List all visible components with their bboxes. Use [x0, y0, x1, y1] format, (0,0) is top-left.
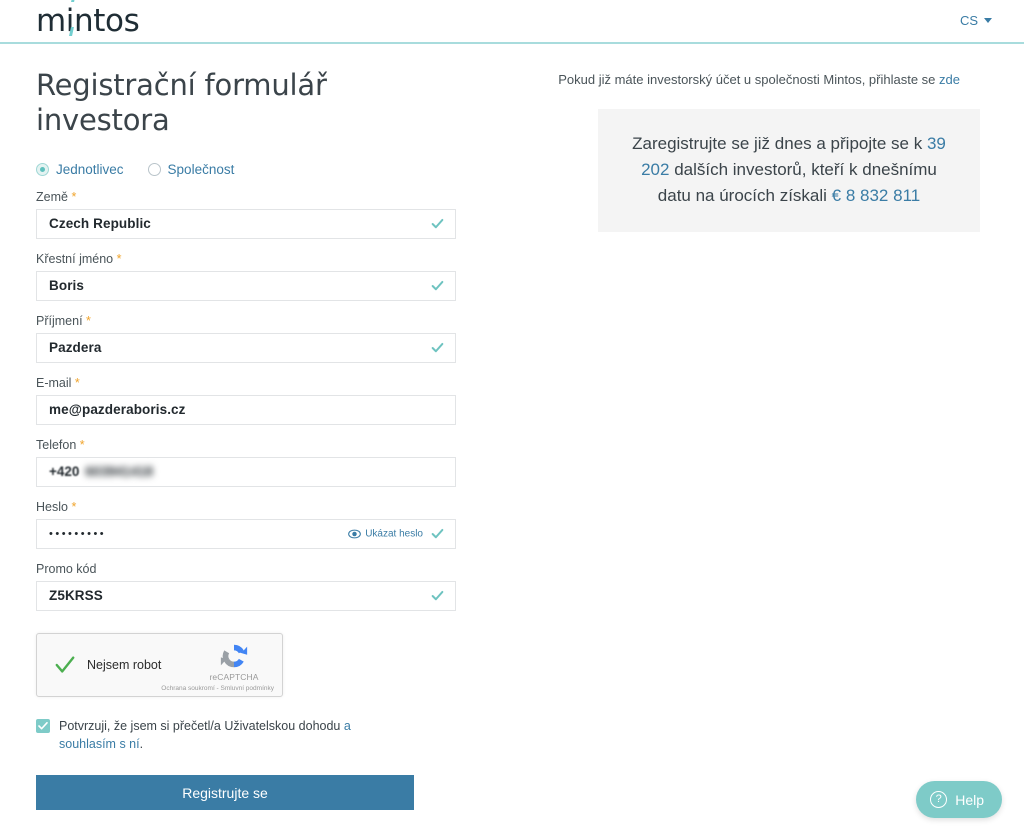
- recaptcha-widget[interactable]: Nejsem robot reCAPTCHA Ochrana soukromí …: [36, 632, 283, 697]
- help-widget-button[interactable]: ? Help: [916, 781, 1002, 818]
- label-email: E-mail *: [36, 376, 456, 390]
- field-first-name: Křestní jméno * Boris: [36, 252, 456, 301]
- last-name-input[interactable]: Pazdera: [36, 332, 456, 363]
- eye-icon: [348, 529, 362, 539]
- required-marker: *: [86, 313, 91, 328]
- phone-country-prefix: +420: [49, 464, 80, 480]
- password-input[interactable]: ••••••••• Ukázat heslo: [36, 518, 456, 549]
- label-last-name-text: Příjmení: [36, 313, 83, 328]
- recaptcha-brand: reCAPTCHA: [196, 641, 272, 682]
- label-first-name: Křestní jméno *: [36, 252, 456, 266]
- recaptcha-logo-icon: [220, 644, 248, 667]
- label-phone-text: Telefon: [36, 437, 77, 452]
- required-marker: *: [74, 375, 80, 390]
- label-password-text: Heslo: [36, 499, 68, 514]
- radio-individual-icon[interactable]: [36, 162, 49, 176]
- label-email-text: E-mail: [36, 375, 72, 390]
- account-type-radio-group: Jednotlivec Společnost: [36, 162, 456, 177]
- first-name-input-value: Boris: [49, 278, 85, 294]
- country-input[interactable]: Czech Republic: [36, 208, 456, 239]
- consent-text-after: .: [139, 737, 144, 752]
- promo-code-input-value: Z5KRSS: [49, 588, 103, 604]
- label-last-name: Příjmení *: [36, 314, 456, 328]
- radio-company-label: Společnost: [167, 161, 235, 177]
- field-country: Země * Czech Republic: [36, 190, 456, 239]
- phone-input-value: +420 603941418: [37, 464, 153, 479]
- logo-accent-top-icon: [71, 0, 76, 2]
- login-prompt-text: Pokud již máte investorský účet u společ…: [558, 72, 940, 87]
- email-input-value: me@pazderaboris.cz: [49, 402, 186, 418]
- check-icon: [431, 280, 444, 290]
- page-body: Registrační formulář investora Jednotliv…: [0, 44, 1024, 830]
- checkbox-checked-icon: [38, 721, 48, 730]
- page-title: Registrační formulář investora: [36, 68, 327, 137]
- help-widget-label: Help: [955, 791, 984, 808]
- promo-info-box: Zaregistrujte se již dnes a připojte se …: [598, 109, 980, 233]
- check-icon: [431, 342, 444, 352]
- promo-line-1: Zaregistrujte se již dnes a připojte se …: [632, 134, 923, 153]
- country-input-value: Czech Republic: [49, 216, 151, 232]
- last-name-input-value: Pazdera: [49, 340, 102, 356]
- field-promo-code: Promo kód Z5KRSS: [36, 562, 456, 611]
- label-phone: Telefon *: [36, 438, 456, 452]
- consent-checkbox[interactable]: [36, 718, 50, 733]
- mintos-logo[interactable]: mintos: [36, 0, 140, 41]
- promo-amount: € 8 832 811: [831, 185, 921, 205]
- field-password: Heslo * ••••••••• Ukázat heslo: [36, 500, 456, 549]
- language-selector[interactable]: CS: [960, 13, 992, 28]
- promo-text: Zaregistrujte se již dnes a připojte se …: [624, 131, 954, 208]
- recaptcha-terms[interactable]: Ochrana soukromí - Smluvní podmínky: [161, 685, 274, 692]
- consent-row: Potvrzuji, že jsem si přečetl/a Uživatel…: [36, 717, 376, 755]
- required-marker: *: [71, 499, 77, 514]
- show-password-toggle[interactable]: Ukázat heslo: [348, 528, 423, 539]
- required-marker: *: [79, 437, 85, 452]
- logo-text: mintos: [36, 2, 140, 39]
- phone-number-redacted: 603941418: [85, 464, 153, 480]
- check-icon: [431, 218, 444, 228]
- promo-line-2-rest: dalších investorů, kteří k: [669, 159, 858, 179]
- field-phone: Telefon * +420 603941418: [36, 438, 456, 487]
- phone-input[interactable]: +420 603941418: [36, 456, 456, 487]
- first-name-input[interactable]: Boris: [36, 270, 456, 301]
- login-link[interactable]: zde: [939, 72, 960, 87]
- radio-option-individual[interactable]: Jednotlivec: [36, 162, 124, 177]
- language-selector-label: CS: [959, 13, 978, 28]
- radio-option-company[interactable]: Společnost: [147, 161, 235, 177]
- email-input[interactable]: me@pazderaboris.cz: [36, 394, 456, 425]
- field-last-name: Příjmení * Pazdera: [36, 314, 456, 363]
- label-promo-code-text: Promo kód: [36, 561, 97, 576]
- chevron-down-icon: [984, 18, 992, 23]
- label-password: Heslo *: [36, 500, 456, 514]
- check-icon: [431, 528, 444, 538]
- site-header: mintos CS: [0, 0, 1024, 44]
- question-mark-icon: ?: [930, 791, 948, 808]
- registration-form-column: Registrační formulář investora Jednotliv…: [36, 44, 456, 811]
- check-icon: [431, 590, 444, 600]
- required-marker: *: [116, 251, 122, 266]
- consent-text-before: Potvrzuji, že jsem si přečetl/a Uživatel…: [59, 718, 344, 733]
- recaptcha-label: Nejsem robot: [87, 657, 162, 672]
- recaptcha-check-icon: [55, 656, 75, 673]
- field-email: E-mail * me@pazderaboris.cz: [36, 376, 456, 425]
- label-first-name-text: Křestní jméno: [36, 251, 114, 266]
- show-password-label: Ukázat heslo: [365, 528, 423, 540]
- radio-individual-label: Jednotlivec: [56, 161, 124, 177]
- info-column: Pokud již máte investorský účet u společ…: [520, 44, 992, 233]
- login-prompt: Pokud již máte investorský účet u společ…: [520, 72, 992, 87]
- register-submit-button[interactable]: Registrujte se: [36, 775, 414, 811]
- consent-text: Potvrzuji, že jsem si přečetl/a Uživatel…: [59, 717, 376, 755]
- recaptcha-brand-name: reCAPTCHA: [209, 671, 259, 682]
- required-marker: *: [71, 189, 77, 204]
- label-promo-code: Promo kód: [36, 562, 456, 576]
- password-input-value: •••••••••: [49, 527, 107, 540]
- promo-code-input[interactable]: Z5KRSS: [36, 580, 456, 611]
- label-country: Země *: [36, 190, 456, 204]
- label-country-text: Země: [36, 189, 68, 204]
- radio-company-icon[interactable]: [147, 162, 161, 176]
